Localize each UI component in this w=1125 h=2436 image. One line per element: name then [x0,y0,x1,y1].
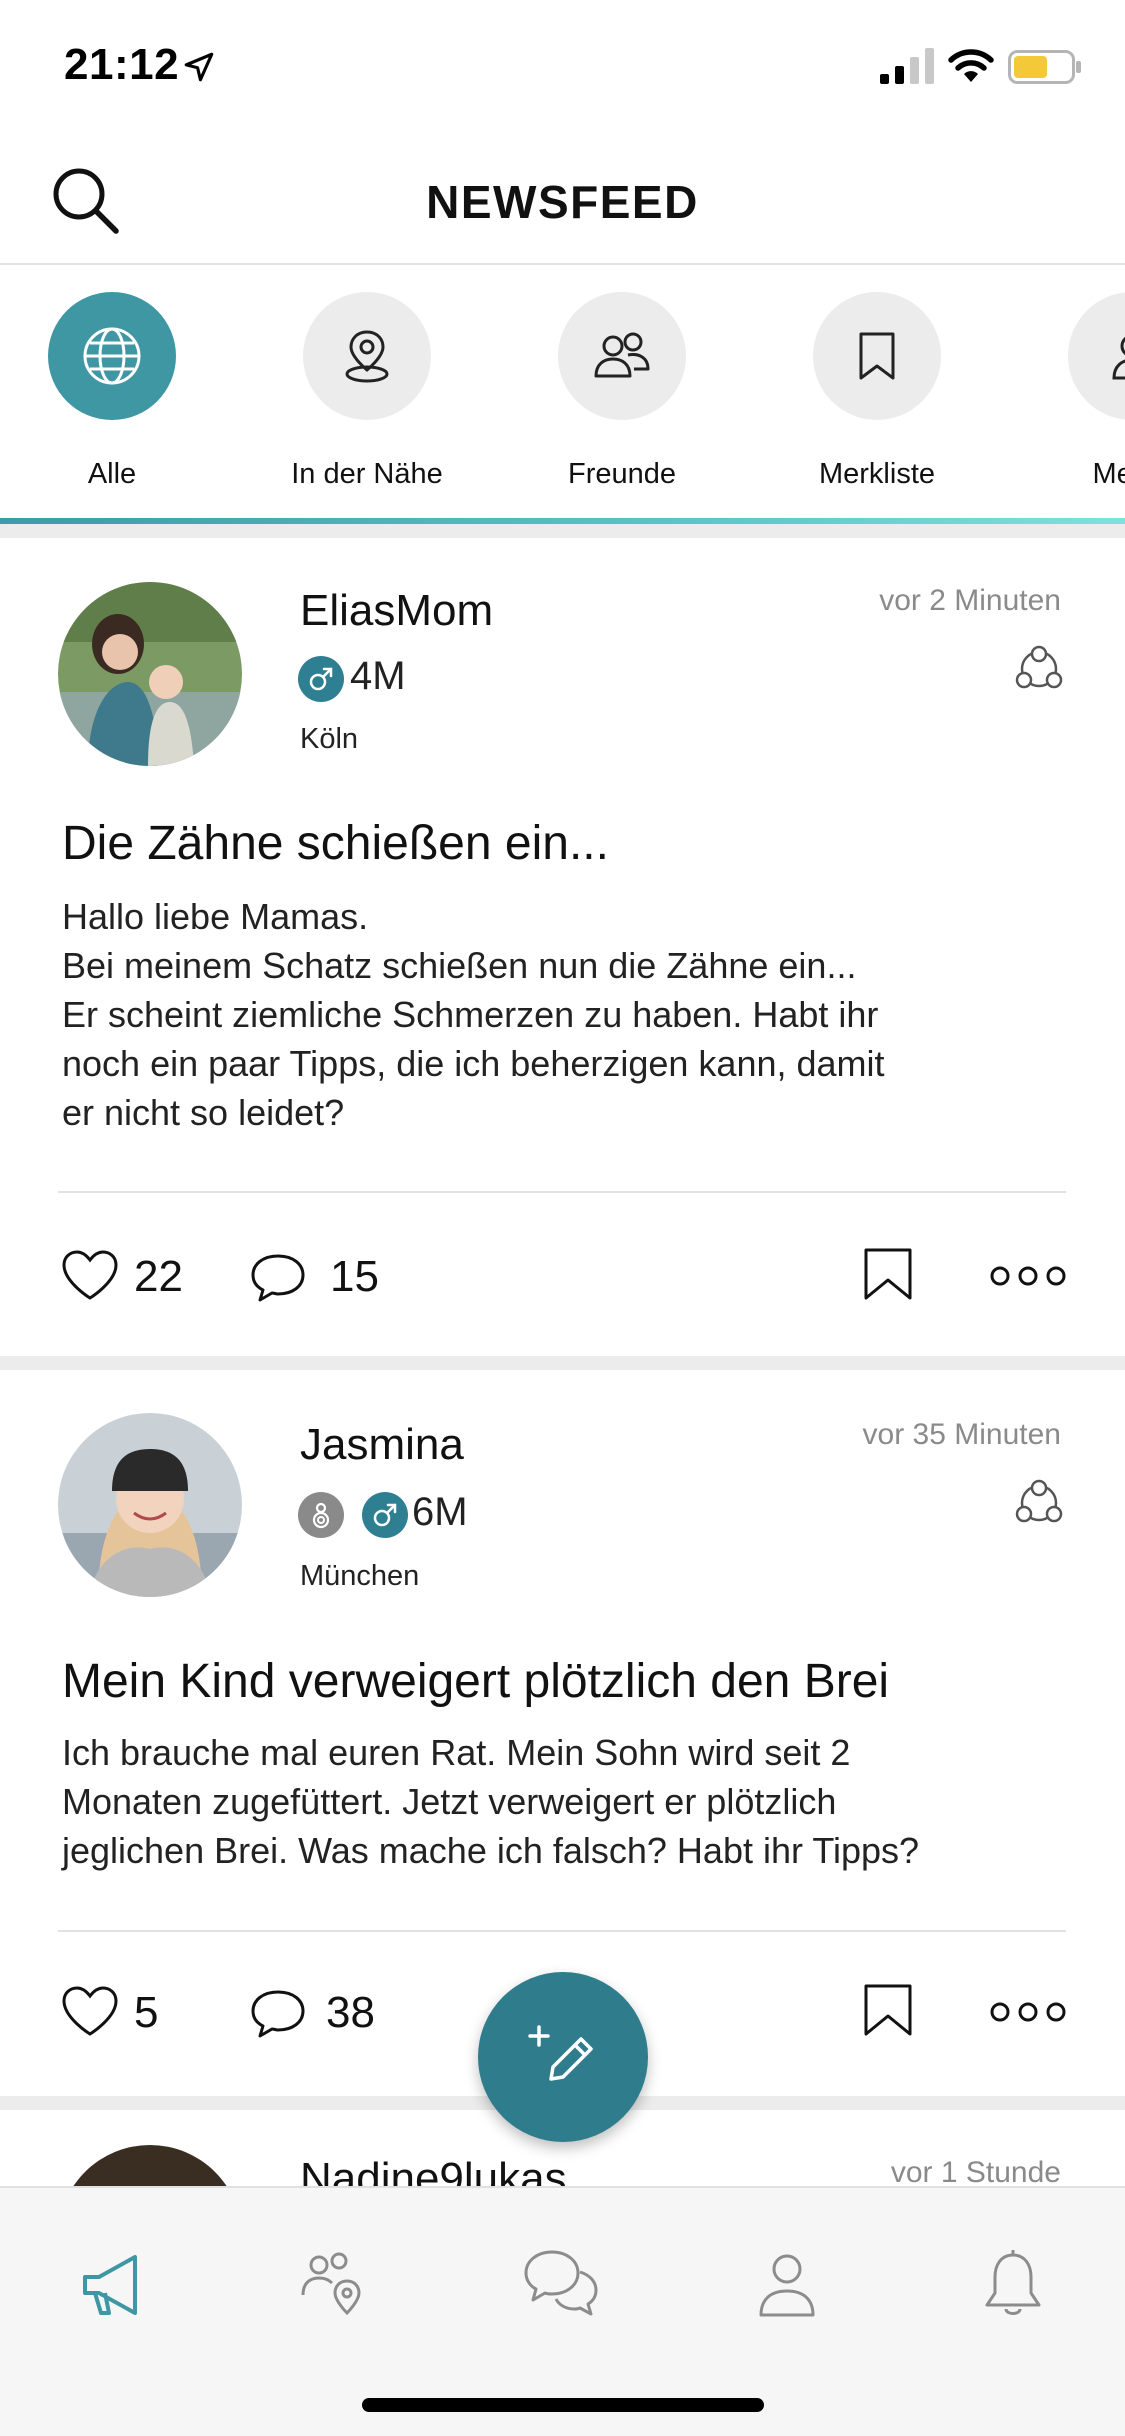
friends-location-icon [301,2252,361,2316]
heart-icon[interactable] [60,1984,120,2040]
male-symbol-icon [373,1503,397,1527]
section-divider [0,524,1125,538]
bookmark-icon[interactable] [858,1982,918,2038]
avatar[interactable] [58,1413,242,1597]
like-count: 5 [134,1988,159,2037]
post-time: vor 35 Minuten [862,1418,1061,1451]
nav-chat[interactable] [516,2240,606,2330]
post-title: Mein Kind verweigert plötzlich den Brei [62,1655,890,1708]
location-pin-icon [345,330,389,383]
male-badge [362,1492,408,1538]
post-separator [58,1191,1066,1193]
avatar[interactable] [58,2145,242,2186]
more-options-icon[interactable] [990,2000,1066,2024]
compose-post-button[interactable] [478,1972,648,2142]
nav-newsfeed[interactable] [68,2240,158,2330]
post-time: vor 2 Minuten [879,584,1061,617]
post-card[interactable]: EliasMom vor 2 Minuten 4M Köln Die Zähne… [0,538,1125,1356]
globe-icon [83,327,141,385]
chat-icon [524,2250,598,2316]
post-title: Die Zähne schießen ein... [62,817,609,870]
filter-label: Meine [1092,458,1125,490]
post-divider [0,1356,1125,1370]
avatar-photo [58,582,242,766]
friends-icon [594,332,650,378]
pregnancy-badge [298,1492,344,1538]
filter-circle [813,292,941,420]
comment-icon[interactable] [248,1250,308,1306]
filter-circle [303,292,431,420]
comment-count: 15 [330,1252,379,1301]
filter-label: Alle [87,458,137,490]
profile-icon [759,2254,815,2317]
app-header: NEWSFEED [0,135,1125,265]
male-symbol-icon [309,667,333,691]
more-options-icon[interactable] [990,1264,1066,1288]
person-icon [1112,336,1125,380]
avatar[interactable] [58,582,242,766]
heart-icon[interactable] [60,1248,120,1304]
filter-label: In der Nähe [291,458,443,490]
post-username[interactable]: EliasMom [300,586,493,636]
comment-count: 38 [326,1988,375,2037]
wifi-icon [948,49,994,82]
filter-tab-alle[interactable]: Alle [12,292,212,491]
filter-tabs: Alle In der Nähe Freunde Merkliste Me [0,267,1125,529]
page-title: NEWSFEED [426,176,699,228]
bookmark-icon[interactable] [858,1246,918,1302]
post-body: Ich brauche mal euren Rat. Mein Sohn wir… [62,1732,920,1871]
compose-icon [528,2025,593,2081]
filter-circle [558,292,686,420]
kid-age: 6M [412,1490,468,1534]
status-bar: 21:12 [0,0,1125,135]
filter-label: Freunde [567,458,676,490]
male-badge [298,656,344,702]
nav-friends-nearby[interactable] [290,2240,380,2330]
group-icon [1015,645,1063,689]
avatar-photo [58,1413,242,1597]
filter-tab-merkliste[interactable]: Merkliste [777,292,977,491]
filter-tab-in-der-naehe[interactable]: In der Nähe [267,292,467,491]
home-indicator [362,2398,764,2412]
nav-notifications[interactable] [968,2240,1058,2330]
post-username[interactable]: Jasmina [300,1420,464,1470]
bookmark-icon [859,332,895,380]
post-city: Köln [300,723,359,755]
pregnancy-icon [312,1502,330,1529]
post-city: München [300,1560,420,1592]
kid-age: 4M [350,654,406,698]
like-count: 22 [134,1252,183,1301]
nav-profile[interactable] [742,2240,832,2330]
status-time: 21:12 [64,40,180,89]
filter-tab-freunde[interactable]: Freunde [522,292,722,491]
filter-label: Merkliste [818,458,935,490]
location-arrow-icon [184,52,214,82]
post-time: vor 1 Stunde [890,2156,1061,2186]
comment-icon[interactable] [248,1986,308,2042]
filter-circle [48,292,176,420]
battery-icon [1008,50,1081,84]
megaphone-icon [83,2255,137,2315]
post-separator [58,1930,1066,1932]
filter-tab-meine[interactable]: Meine [1032,292,1125,491]
post-body: Hallo liebe Mamas. Bei meinem Schatz sch… [62,896,885,1133]
signal-icon [880,48,934,84]
bell-icon [985,2250,1041,2315]
group-icon [1015,1479,1063,1523]
post-username[interactable]: Nadine9lukas [300,2154,567,2186]
filter-circle [1068,292,1125,420]
